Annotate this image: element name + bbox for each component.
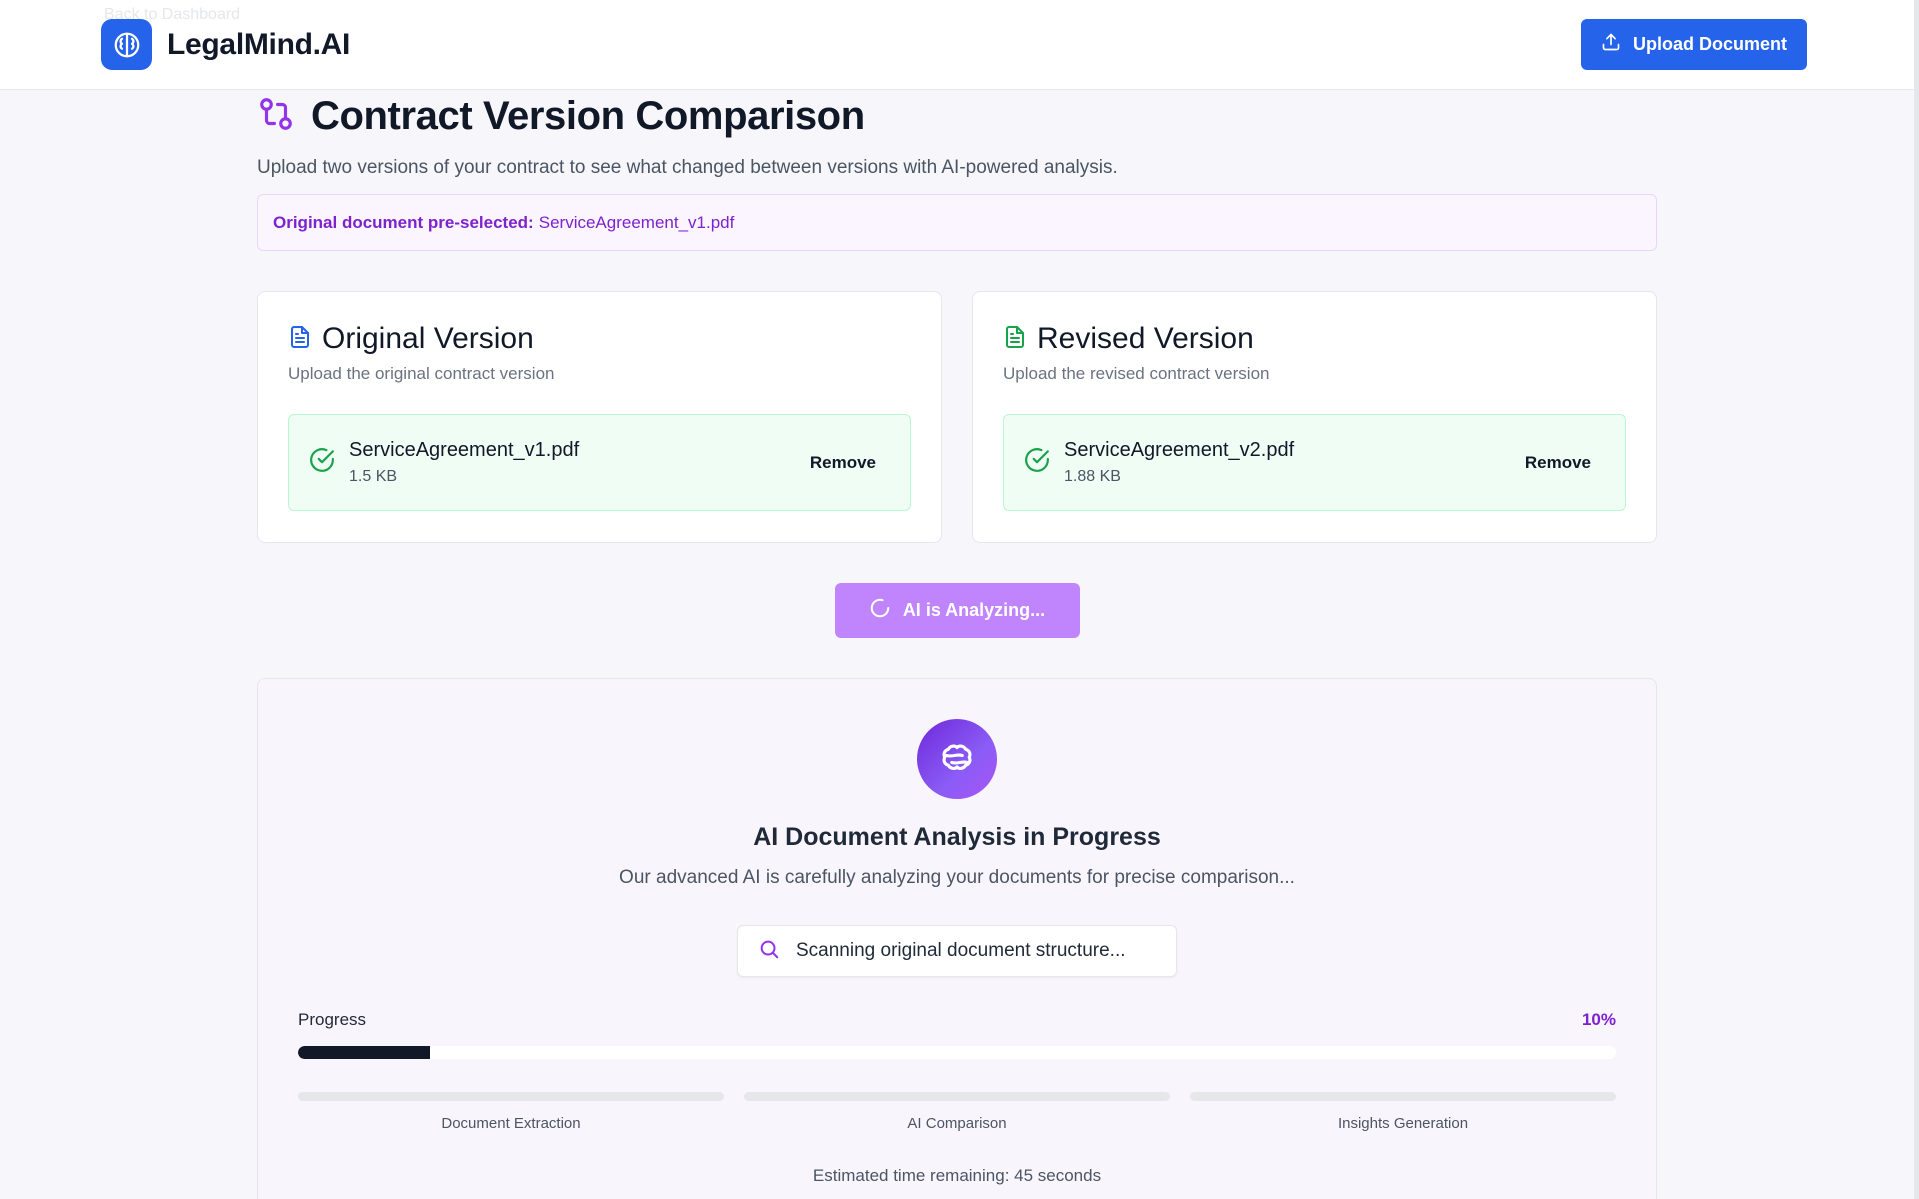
progress-label: Progress [298,1010,367,1029]
file-size: 1.5 KB [349,468,398,485]
remove-original-button[interactable]: Remove [810,453,876,473]
progress-bar [298,1046,1616,1059]
preselected-label: Original document pre-selected: [273,212,534,232]
file-name: ServiceAgreement_v1.pdf [349,439,580,461]
status-text: Scanning original document structure... [796,940,1126,961]
title-row: Contract Version Comparison [257,94,1657,139]
analyze-button[interactable]: AI is Analyzing... [834,583,1080,638]
revised-version-card: Revised Version Upload the revised contr… [972,291,1657,543]
stage-label: AI Comparison [907,1115,1007,1132]
card-description: Upload the revised contract version [1003,364,1270,383]
scrollbar[interactable] [1914,0,1919,1199]
top-header: Back to Dashboard LegalMind.AI Upload Do… [0,0,1914,90]
git-compare-icon [257,95,295,138]
file-info: ServiceAgreement_v2.pdf 1.88 KB [1064,439,1525,486]
card-header: Revised Version [1003,322,1626,356]
progress-percent: 10% [1581,1010,1616,1029]
stage-label: Insights Generation [1337,1115,1469,1132]
card-title: Original Version [322,322,534,355]
original-version-card: Original Version Upload the original con… [257,291,942,543]
preselected-file: ServiceAgreement_v1.pdf [538,212,735,232]
analysis-stages: Document Extraction AI Comparison Insights… [298,1092,1616,1132]
stage-bar [298,1092,724,1101]
progress-bar-fill [298,1046,430,1059]
analysis-stage: Insights Generation [1190,1092,1616,1132]
stage-label: Document Extraction [441,1115,581,1132]
upload-icon [1601,32,1621,57]
analysis-title: AI Document Analysis in Progress [753,823,1161,851]
uploaded-file: ServiceAgreement_v1.pdf 1.5 KB Remove [288,414,911,511]
check-circle-icon [309,447,335,478]
upload-document-button[interactable]: Upload Document [1580,19,1807,70]
main-content: Contract Version Comparison Upload two v… [257,90,1657,1199]
ai-brain-icon [917,719,997,799]
check-circle-icon [1024,447,1050,478]
analysis-progress-panel: AI Document Analysis in Progress Our adv… [257,678,1657,1199]
stage-bar [1190,1092,1616,1101]
analysis-stage: AI Comparison [744,1092,1170,1132]
analyze-wrap: AI is Analyzing... [257,583,1657,638]
file-size: 1.88 KB [1064,468,1121,485]
upload-document-label: Upload Document [1632,34,1787,54]
brand-name: LegalMind.AI [167,27,351,61]
stage-bar [744,1092,1170,1101]
brain-logo-icon [101,19,152,70]
file-text-icon [288,325,312,354]
analysis-description: Our advanced AI is carefully analyzing y… [619,867,1295,888]
card-title: Revised Version [1037,322,1254,355]
analyze-button-label: AI is Analyzing... [902,600,1046,620]
brand[interactable]: LegalMind.AI [101,19,350,70]
preselected-notice: Original document pre-selected: ServiceA… [257,194,1657,251]
analysis-stage: Document Extraction [298,1092,724,1132]
file-info: ServiceAgreement_v1.pdf 1.5 KB [349,439,810,486]
search-icon [758,938,780,965]
card-description: Upload the original contract version [288,364,555,383]
page-subtitle: Upload two versions of your contract to … [257,157,1118,178]
estimated-time: Estimated time remaining: 45 seconds [812,1166,1102,1185]
analysis-status: Scanning original document structure... [737,925,1177,977]
remove-revised-button[interactable]: Remove [1525,453,1591,473]
page-title: Contract Version Comparison [311,94,865,138]
uploaded-file: ServiceAgreement_v2.pdf 1.88 KB Remove [1003,414,1626,511]
version-cards: Original Version Upload the original con… [257,291,1657,543]
loader-icon [869,597,891,624]
file-text-icon [1003,325,1027,354]
card-header: Original Version [288,322,911,356]
back-to-dashboard-link[interactable]: Back to Dashboard [104,6,240,24]
file-name: ServiceAgreement_v2.pdf [1064,439,1295,461]
